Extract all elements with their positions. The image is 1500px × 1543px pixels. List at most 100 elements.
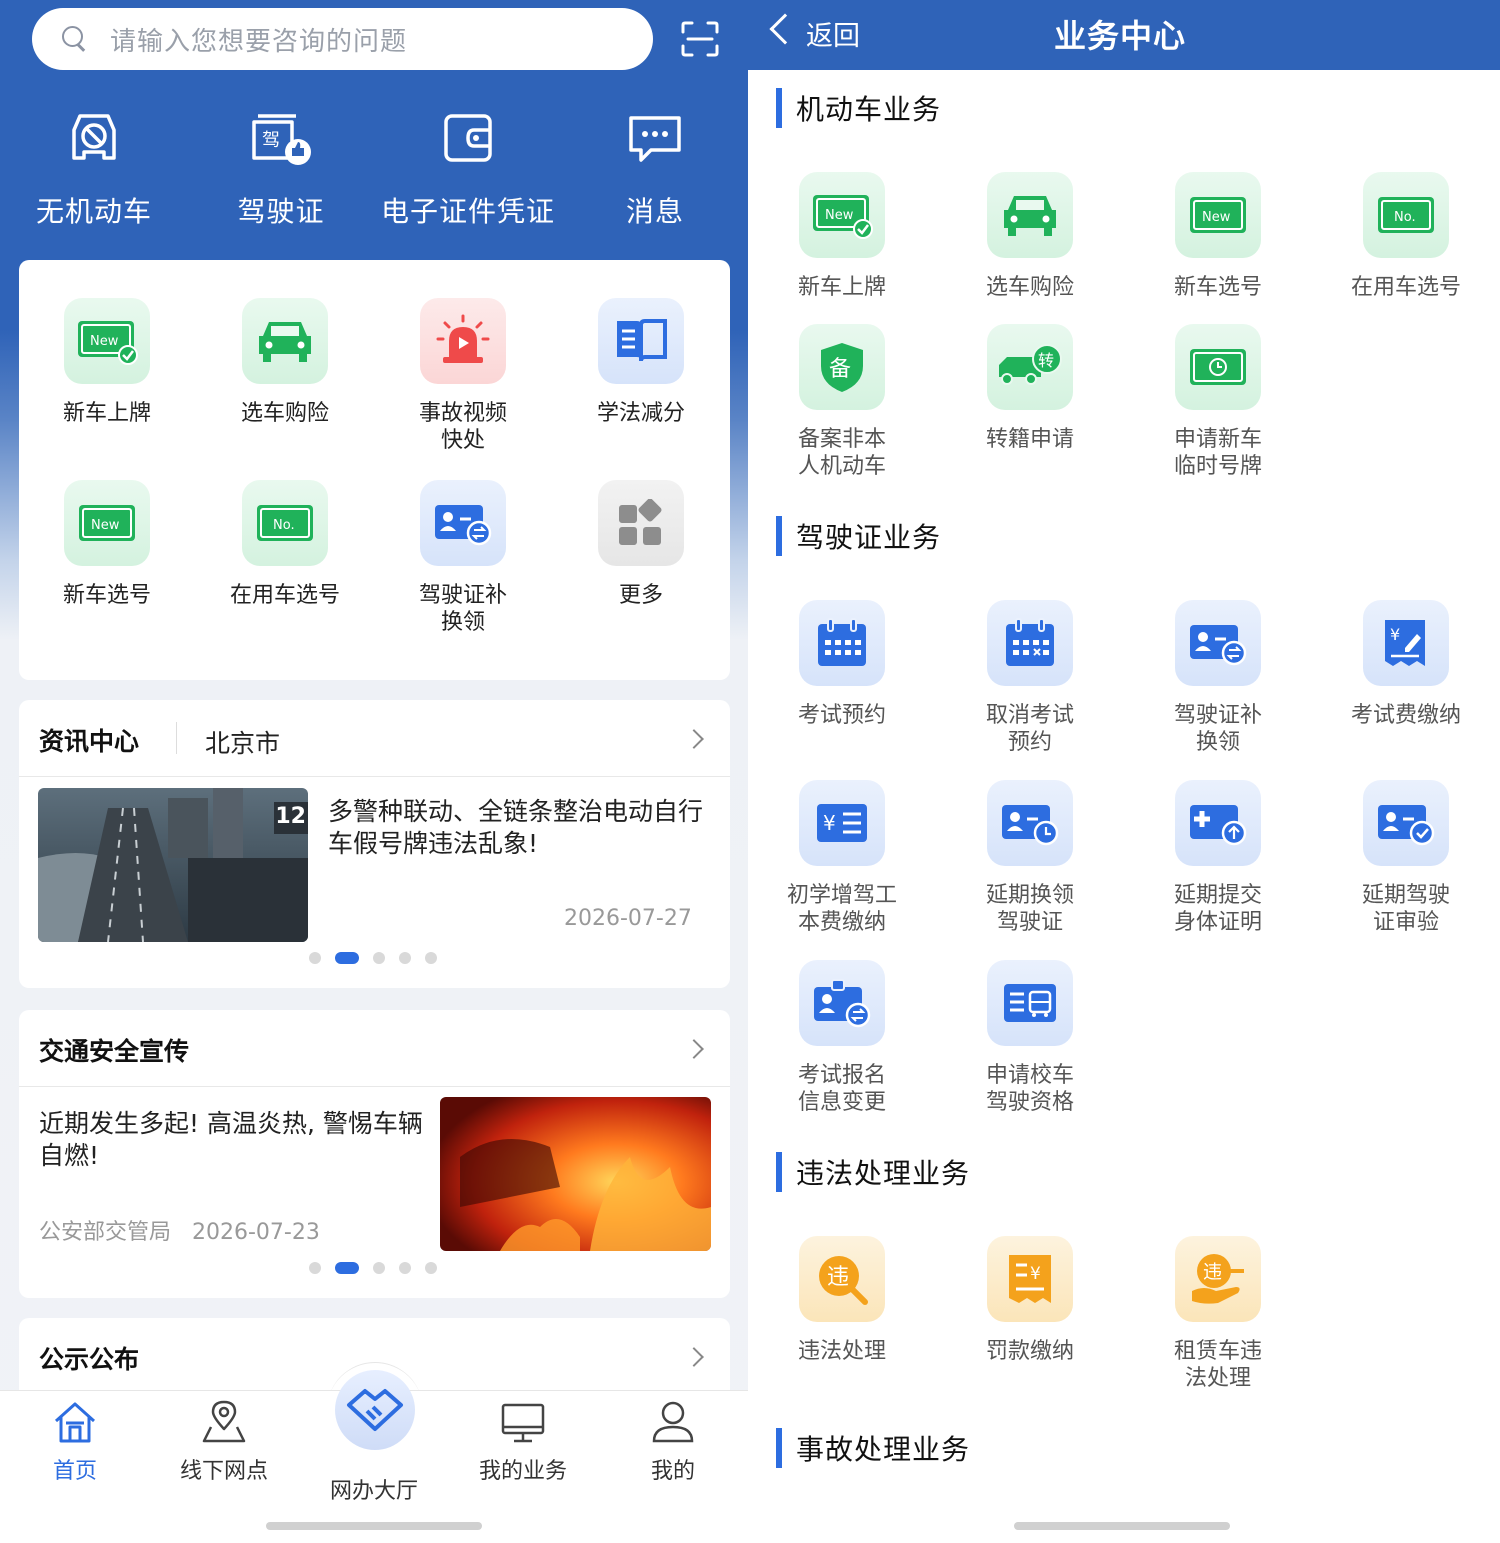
service-learner-fee[interactable]: ¥ 初学增驾工 本费缴纳 [762,780,922,936]
service-label: 新车上牌 [797,275,886,300]
top-nav-label: 电子证件凭证 [380,195,555,228]
service-car-insurance[interactable]: 选车购险 [950,172,1110,301]
service-label: 违法处理 [797,1339,886,1364]
home-icon [54,1402,96,1443]
service-new-plate[interactable]: New 新车上牌 [762,172,922,301]
carousel-dot-active[interactable] [335,952,359,964]
safety-source: 公安部交管局 [39,1220,172,1245]
divider [19,1086,730,1087]
grid-item-more[interactable]: 更多 [561,480,721,609]
service-cancel-exam[interactable]: 取消考试 预约 [950,600,1110,756]
service-violation-handling[interactable]: 违 违法处理 [762,1236,922,1365]
svg-text:违: 违 [827,1265,849,1290]
chat-icon [629,116,681,162]
top-nav-label: 消息 [625,195,684,228]
news-image[interactable]: 12 [38,788,308,942]
top-nav-label: 驾驶证 [237,195,325,228]
news-headline[interactable]: 多警种联动、全链条整治电动自行车假号牌违法乱象! [328,796,713,860]
service-transfer[interactable]: 转 转籍申请 [950,324,1110,453]
calendar-cancel-icon [1006,618,1054,666]
chevron-right-icon[interactable] [684,1039,704,1059]
service-label: 考试费缴纳 [1350,703,1461,728]
book-icon [617,319,667,362]
exam-info-swap-icon [814,979,871,1028]
new-plate-check-icon: New [813,195,873,239]
svg-text:¥: ¥ [1390,625,1400,644]
license-icon: 驾 [252,114,311,165]
service-delay-license[interactable]: 延期换领 驾驶证 [950,780,1110,936]
temp-plate-icon [1190,349,1246,385]
alarm-icon [436,314,490,363]
service-fine-payment[interactable]: ¥ 罚款缴纳 [950,1236,1110,1365]
service-label: 转籍申请 [985,427,1074,452]
section-title: 事故处理业务 [796,1433,971,1466]
grid-item-new-car-number[interactable]: New 新车选号 [27,480,187,609]
tab-home[interactable]: 首页 [0,1399,150,1485]
top-nav-item-messages[interactable]: 消息 [555,108,748,230]
service-used-car-number[interactable]: No. 在用车选号 [1326,172,1486,301]
top-nav-item-no-vehicle[interactable]: 无机动车 [0,108,194,230]
search-placeholder: 请输入您想要咨询的问题 [110,26,408,57]
scan-icon[interactable] [680,20,720,58]
grid-item-label: 学法减分 [596,401,685,426]
service-exam-info-change[interactable]: 考试报名 信息变更 [762,960,922,1116]
divider [19,776,730,777]
carousel-dot[interactable] [399,1262,411,1274]
service-school-bus[interactable]: 申请校车 驾驶资格 [950,960,1110,1116]
tab-my-business[interactable]: 我的业务 [448,1399,598,1485]
carousel-dot[interactable] [373,952,385,964]
carousel-dot[interactable] [425,1262,437,1274]
online-hall-button[interactable] [335,1370,415,1450]
news-city[interactable]: 北京市 [205,724,280,760]
service-exam-fee[interactable]: ¥ 考试费缴纳 [1326,600,1486,729]
home-screen: 请输入您想要咨询的问题 无机动车 驾 驾驶证 电子证件凭证 消息 New 新车上… [0,0,748,1543]
service-license-replace[interactable]: 驾驶证补 换领 [1138,600,1298,756]
fee-list-icon: ¥ [817,804,867,842]
service-record-vehicle[interactable]: 备 备案非本 人机动车 [762,324,922,480]
carousel-dot[interactable] [309,1262,321,1274]
chevron-right-icon[interactable] [684,729,704,749]
notice-title: 公示公布 [39,1345,140,1374]
back-chevron-icon[interactable] [769,13,801,45]
grid-item-license-replace[interactable]: 驾驶证补 换领 [383,480,543,636]
chevron-right-icon[interactable] [684,1347,704,1367]
svg-text:备: 备 [829,357,851,382]
service-temp-plate[interactable]: 申请新车 临时号牌 [1138,324,1298,480]
service-label: 初学增驾工 本费缴纳 [786,883,897,935]
fee-receipt-icon: ¥ [1385,620,1425,666]
top-nav-item-license[interactable]: 驾 驾驶证 [181,108,381,230]
svg-text:违: 违 [1203,1261,1222,1283]
safety-image[interactable] [440,1097,711,1251]
search-bar[interactable]: 请输入您想要咨询的问题 [32,8,653,70]
calendar-icon [818,618,866,666]
grid-item-used-car-number[interactable]: No. 在用车选号 [205,480,365,609]
carousel-dot[interactable] [425,952,437,964]
carousel-dot[interactable] [373,1262,385,1274]
carousel-dot[interactable] [399,952,411,964]
carousel-dot-active[interactable] [335,1262,359,1274]
carousel-dot[interactable] [309,952,321,964]
new-plate-icon: New [79,505,135,541]
tab-me[interactable]: 我的 [598,1399,748,1485]
service-label: 延期提交 身体证明 [1173,883,1262,935]
service-delay-medical[interactable]: 延期提交 身体证明 [1138,780,1298,936]
tab-online-hall[interactable]: 网办大厅 [299,1465,449,1505]
service-delay-review[interactable]: 延期驾驶 证审验 [1326,780,1486,936]
user-icon [652,1401,694,1443]
grid-item-study-law[interactable]: 学法减分 [561,298,721,427]
safety-headline[interactable]: 近期发生多起! 高温炎热, 警惕车辆自燃! [39,1108,424,1172]
top-nav-item-e-cert[interactable]: 电子证件凭证 [368,108,568,230]
grid-item-accident-video[interactable]: 事故视频 快处 [383,298,543,454]
quick-service-card: New 新车上牌 选车购险 事故视频 快处 学法减分 New 新车选号 No. … [19,260,730,680]
grid-item-new-plate[interactable]: New 新车上牌 [27,298,187,427]
service-new-car-number[interactable]: New 新车选号 [1138,172,1298,301]
service-label: 新车选号 [1173,275,1262,300]
service-exam-booking[interactable]: 考试预约 [762,600,922,729]
service-rental-violation[interactable]: 违 租赁车违 法处理 [1138,1236,1298,1392]
section-accent-bar [776,1152,782,1192]
section-title: 违法处理业务 [796,1157,971,1190]
section-violation-business: 违法处理业务 [776,1152,970,1192]
back-button[interactable]: 返回 [806,14,860,53]
grid-item-car-insurance[interactable]: 选车购险 [205,298,365,427]
tab-offline-sites[interactable]: 线下网点 [149,1399,299,1485]
